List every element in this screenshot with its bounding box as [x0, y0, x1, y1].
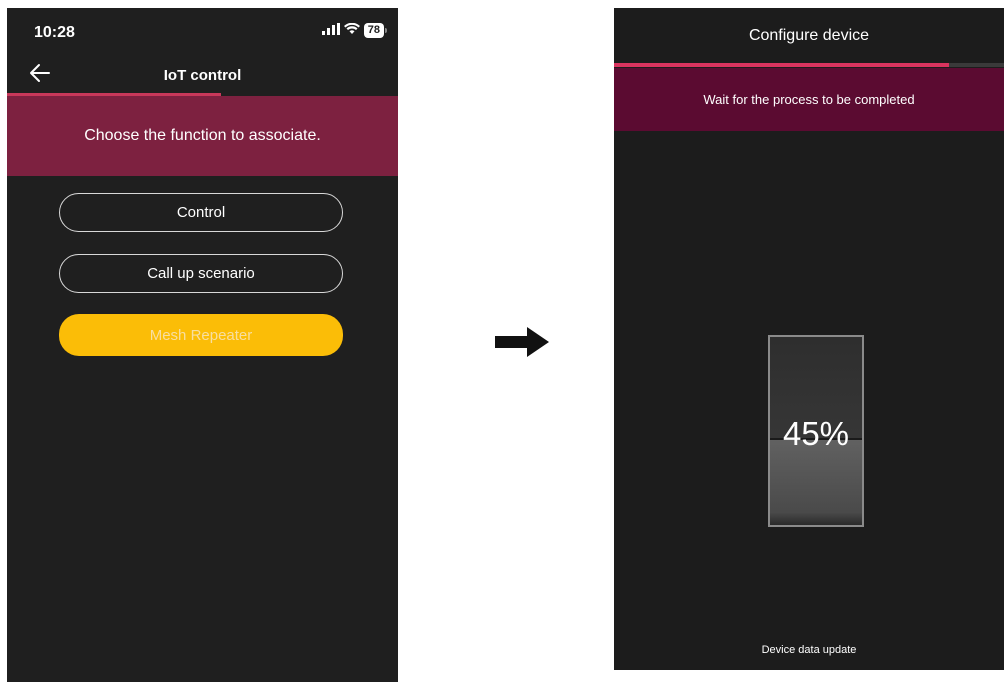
- status-time: 10:28: [34, 24, 75, 41]
- control-button[interactable]: Control: [59, 193, 343, 232]
- left-phone-screen: 10:28 78 IoT control Choose the function…: [7, 8, 398, 682]
- progress-percent: 45%: [782, 415, 850, 452]
- wifi-icon: [343, 22, 360, 38]
- banner-text: Choose the function to associate.: [84, 127, 321, 144]
- mesh-repeater-button[interactable]: Mesh Repeater: [59, 314, 343, 356]
- status-bar: 10:28 78: [7, 8, 398, 48]
- wait-banner: Wait for the process to be completed: [614, 68, 1004, 131]
- signal-icon: [321, 23, 340, 38]
- status-text: Device data update: [761, 644, 857, 656]
- top-progress-bar: [614, 63, 1004, 67]
- call-up-scenario-button[interactable]: Call up scenario: [59, 254, 343, 293]
- banner-text: Wait for the process to be completed: [703, 92, 915, 107]
- top-progress-fill: [614, 63, 950, 67]
- arrow-right-icon: [495, 327, 549, 357]
- page-title: Configure device: [748, 27, 870, 44]
- instruction-banner: Choose the function to associate.: [7, 96, 398, 176]
- page-title: IoT control: [163, 67, 242, 84]
- status-icons: 78: [321, 22, 388, 38]
- right-phone-screen: Configure device Wait for the process to…: [614, 8, 1004, 670]
- progress-tank: 45%: [768, 335, 864, 527]
- header: Configure device: [614, 8, 1004, 64]
- battery-icon: 78: [363, 23, 388, 38]
